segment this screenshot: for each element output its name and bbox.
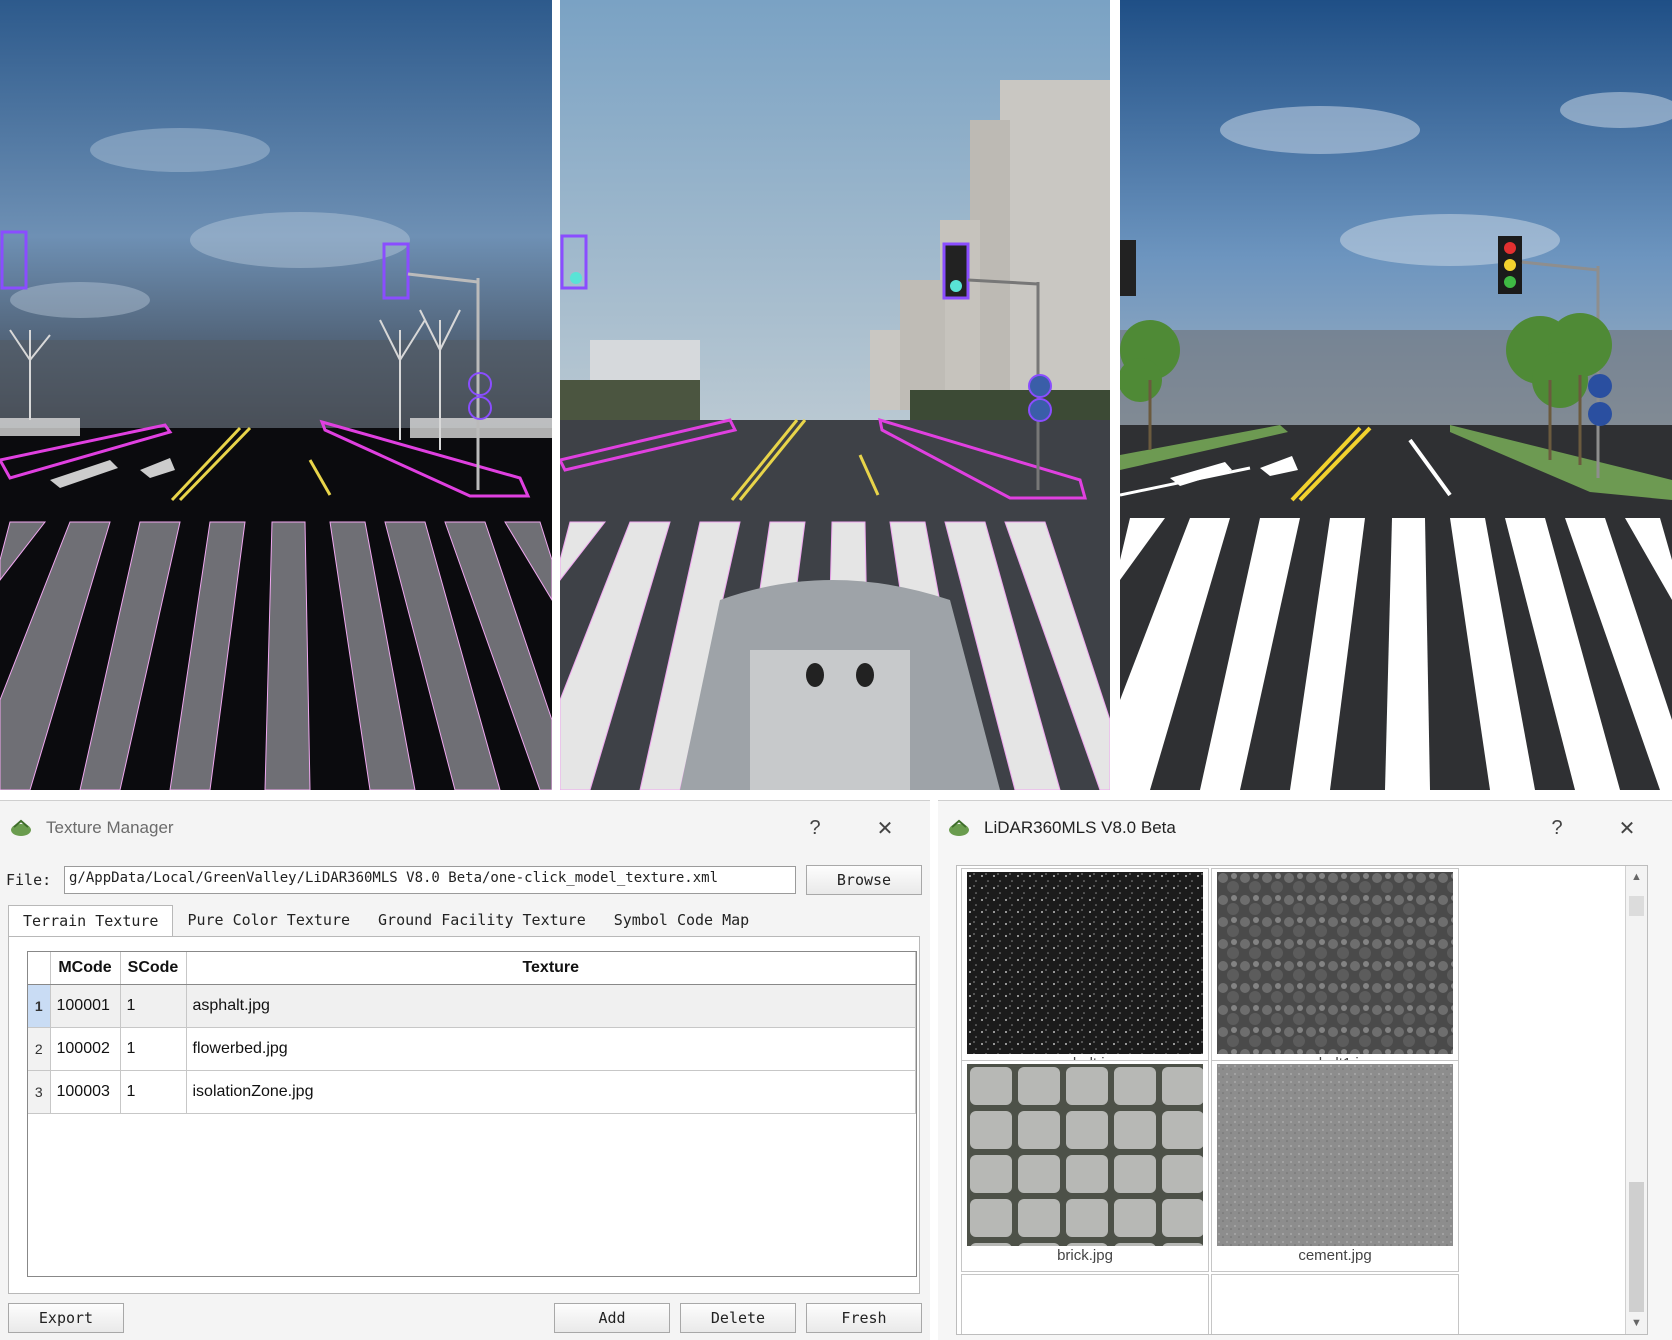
delete-button[interactable]: Delete [680, 1303, 796, 1333]
texture-thumbnail-empty [1211, 1274, 1459, 1334]
camera-photo-view [560, 0, 1110, 790]
scroll-down-arrow-icon[interactable]: ▼ [1626, 1312, 1647, 1334]
texture-gallery-window: LiDAR360MLS V8.0 Beta ? ✕ asphalt.jpg [938, 800, 1672, 1340]
vertical-scrollbar[interactable]: ▲ ▼ [1625, 866, 1647, 1334]
file-label: File: [6, 871, 52, 889]
texture-thumbnail[interactable]: asphalt.jpg [961, 868, 1209, 1080]
texture-table: MCode SCode Texture 1 100001 1 asphalt.j… [27, 951, 917, 1277]
fresh-button[interactable]: Fresh [806, 1303, 922, 1333]
table-row[interactable]: 3 100003 1 isolationZone.jpg [28, 1070, 916, 1114]
asphalt1-texture-image [1217, 872, 1453, 1054]
scrollbar-thumb[interactable] [1629, 896, 1644, 916]
texture-thumbnail-grid: asphalt.jpg asphalt1.jpg [956, 865, 1648, 1335]
tab-terrain-texture[interactable]: Terrain Texture [8, 905, 174, 937]
screenshot: Texture Manager ? ✕ File: g/AppData/Loca… [0, 0, 1672, 1340]
table-row[interactable]: 1 100001 1 asphalt.jpg [28, 984, 916, 1028]
texture-thumbnail[interactable]: brick.jpg [961, 1060, 1209, 1272]
cement-texture-image [1217, 1064, 1453, 1246]
texture-manager-titlebar: Texture Manager ? ✕ [0, 801, 930, 855]
export-button[interactable]: Export [8, 1303, 124, 1333]
window-title: LiDAR360MLS V8.0 Beta [984, 818, 1176, 837]
texture-thumbnail[interactable]: cement.jpg [1211, 1060, 1459, 1272]
cell-texture[interactable]: asphalt.jpg [186, 984, 916, 1028]
cell-scode[interactable]: 1 [120, 1027, 187, 1071]
add-button[interactable]: Add [554, 1303, 670, 1333]
gallery-titlebar: LiDAR360MLS V8.0 Beta ? ✕ [938, 801, 1672, 855]
brick-texture-image [967, 1064, 1203, 1246]
texture-manager-window: Texture Manager ? ✕ File: g/AppData/Loca… [0, 800, 930, 1340]
tab-ground-facility-texture[interactable]: Ground Facility Texture [364, 905, 600, 937]
help-button[interactable]: ? [780, 817, 850, 840]
cell-scode[interactable]: 1 [120, 984, 187, 1028]
table-row[interactable]: 2 100002 1 flowerbed.jpg [28, 1027, 916, 1071]
column-header-scode[interactable]: SCode [120, 952, 187, 985]
window-title: Texture Manager [46, 818, 174, 837]
table-corner [28, 952, 51, 985]
file-row: File: g/AppData/Local/GreenValley/LiDAR3… [6, 863, 930, 897]
thumbnail-caption: brick.jpg [1057, 1247, 1113, 1264]
tab-bar: Terrain Texture Pure Color Texture Groun… [8, 905, 763, 937]
column-header-mcode[interactable]: MCode [50, 952, 121, 985]
help-button[interactable]: ? [1522, 817, 1592, 840]
tab-panel: MCode SCode Texture 1 100001 1 asphalt.j… [8, 936, 920, 1294]
close-button[interactable]: ✕ [850, 816, 920, 841]
lidar-point-cloud-view [0, 0, 552, 790]
texture-thumbnail[interactable]: asphalt1.jpg [1211, 868, 1459, 1080]
row-number[interactable]: 3 [28, 1070, 51, 1114]
model-3d-view [1120, 0, 1672, 790]
cell-mcode[interactable]: 100003 [50, 1070, 121, 1114]
browse-button[interactable]: Browse [806, 865, 922, 895]
close-button[interactable]: ✕ [1592, 816, 1662, 841]
tab-pure-color-texture[interactable]: Pure Color Texture [173, 905, 364, 937]
cell-texture[interactable]: flowerbed.jpg [186, 1027, 916, 1071]
column-header-texture[interactable]: Texture [186, 952, 916, 985]
texture-thumbnail-empty [961, 1274, 1209, 1334]
thumbnail-caption: cement.jpg [1298, 1247, 1372, 1264]
cell-mcode[interactable]: 100002 [50, 1027, 121, 1071]
app-logo-icon [949, 819, 969, 836]
cell-texture[interactable]: isolationZone.jpg [186, 1070, 916, 1114]
file-path-field[interactable]: g/AppData/Local/GreenValley/LiDAR360MLS … [64, 866, 796, 894]
table-header-row: MCode SCode Texture [28, 952, 916, 985]
scroll-up-arrow-icon[interactable]: ▲ [1626, 866, 1647, 888]
app-logo-icon [11, 819, 31, 836]
bottom-button-bar: Export Add Delete Fresh [8, 1303, 922, 1335]
scrollbar-track-segment [1629, 1182, 1644, 1312]
asphalt-texture-image [967, 872, 1203, 1054]
cell-scode[interactable]: 1 [120, 1070, 187, 1114]
row-number[interactable]: 2 [28, 1027, 51, 1071]
row-number[interactable]: 1 [28, 984, 51, 1028]
tab-symbol-code-map[interactable]: Symbol Code Map [600, 905, 763, 937]
cell-mcode[interactable]: 100001 [50, 984, 121, 1028]
